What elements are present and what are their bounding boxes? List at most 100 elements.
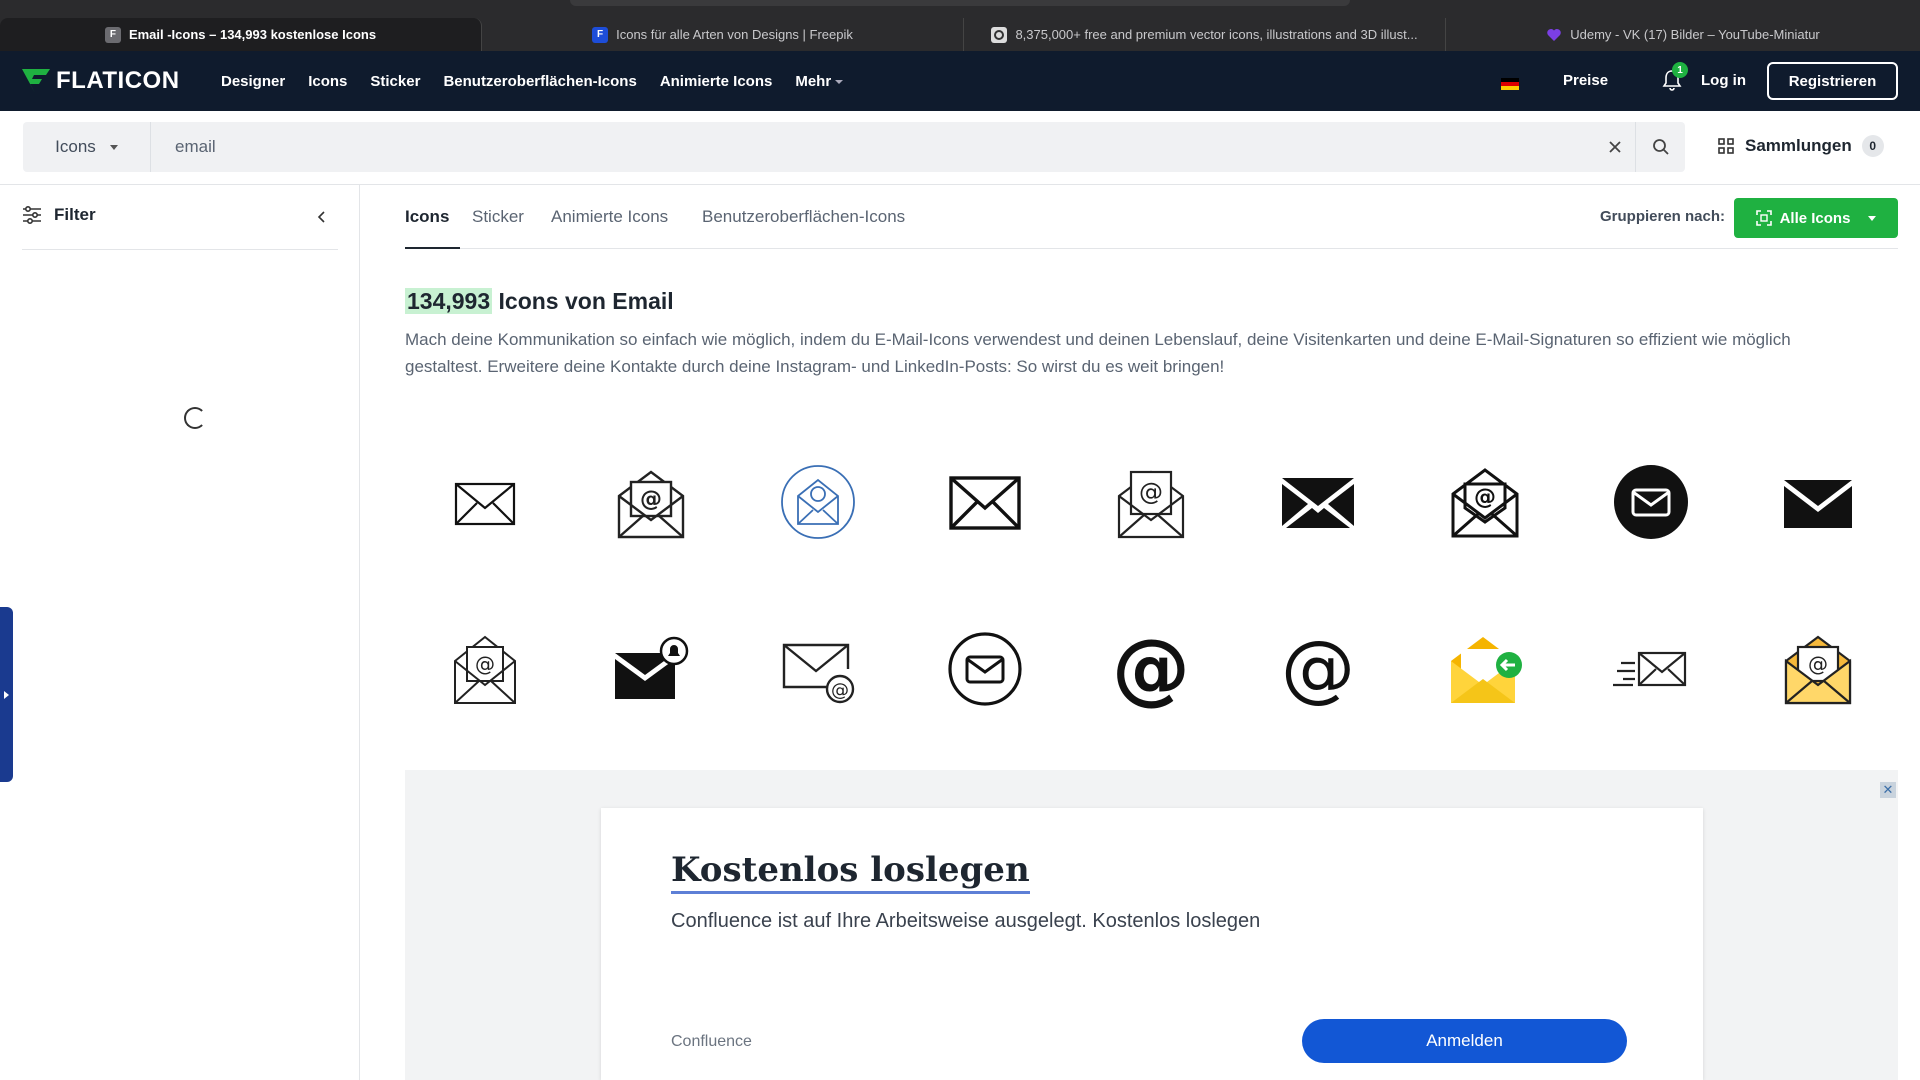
svg-text:@: @ — [1808, 652, 1828, 676]
freepik-favicon-icon: F — [592, 26, 609, 43]
icon-card[interactable]: @ — [1238, 589, 1398, 749]
svg-text:@: @ — [831, 680, 849, 701]
notification-badge: 1 — [1672, 62, 1688, 78]
icon-card[interactable]: @ — [738, 589, 898, 749]
fast-envelope-icon — [1613, 651, 1687, 687]
icon-card[interactable] — [1238, 422, 1398, 582]
icon-card[interactable] — [905, 589, 1065, 749]
browser-tab-title: Udemy - VK (17) Bilder – YouTube-Miniatu… — [1570, 27, 1820, 42]
browser-tab-title: Icons für alle Arten von Designs | Freep… — [616, 27, 853, 42]
focus-frame-icon — [1755, 210, 1772, 226]
nav-sticker[interactable]: Sticker — [370, 73, 420, 90]
sidebar-divider — [22, 249, 338, 250]
browser-url-bar[interactable] — [570, 0, 1350, 6]
envelope-at-badge-icon: @ — [782, 643, 855, 704]
caret-down-icon — [1868, 215, 1877, 221]
open-envelope-at-icon: @ — [617, 470, 685, 539]
icon-card[interactable]: @ — [1071, 589, 1231, 749]
icon-card[interactable]: @ — [1071, 422, 1231, 582]
envelope-filled-icon — [1282, 478, 1354, 528]
browser-tab-3[interactable]: 8,375,000+ free and premium vector icons… — [964, 18, 1446, 51]
collections-button[interactable]: Sammlungen 0 — [1717, 135, 1884, 157]
browser-tab-title: 8,375,000+ free and premium vector icons… — [1015, 27, 1418, 42]
register-button[interactable]: Registrieren — [1767, 62, 1898, 100]
icon-card[interactable]: @ — [405, 589, 565, 749]
filter-header[interactable]: Filter — [22, 205, 96, 225]
envelope-notification-icon — [615, 636, 689, 699]
main-nav: Designer Icons Sticker Benutzeroberfläch… — [221, 51, 844, 111]
group-by-dropdown[interactable]: Alle Icons — [1734, 198, 1898, 238]
search-button[interactable] — [1635, 122, 1685, 172]
icon-card[interactable] — [405, 422, 565, 582]
icon-card[interactable] — [1738, 422, 1898, 582]
login-link[interactable]: Log in — [1701, 72, 1746, 89]
page-title: 134,993 Icons von Email — [405, 288, 674, 315]
icon-card[interactable]: @ — [1405, 422, 1565, 582]
search-input[interactable] — [175, 122, 1475, 172]
svg-text:@: @ — [1139, 478, 1163, 506]
open-envelope-at-outline-icon: @ — [1117, 470, 1185, 539]
icon-card[interactable] — [1405, 589, 1565, 749]
icon-card[interactable] — [905, 422, 1065, 582]
chevron-left-icon[interactable] — [314, 209, 330, 225]
icon-card[interactable] — [738, 422, 898, 582]
search-type-dropdown[interactable]: Icons — [23, 122, 151, 172]
icon-card[interactable]: @ — [1738, 589, 1898, 749]
circle-envelope-outline-icon — [948, 632, 1022, 706]
tab-ui-icons[interactable]: Benutzeroberflächen-Icons — [702, 207, 905, 227]
yellow-envelope-arrow-icon — [1451, 637, 1522, 703]
close-icon[interactable] — [1605, 137, 1625, 157]
browser-tab-title: Email -Icons – 134,993 kostenlose Icons — [128, 27, 377, 42]
ad-card[interactable]: Kostenlos loslegen Confluence ist auf Ih… — [601, 808, 1703, 1080]
nav-icons[interactable]: Icons — [308, 73, 347, 90]
circle-envelope-arrow-icon — [781, 465, 855, 539]
icon-card[interactable]: @ — [571, 422, 731, 582]
icon-card[interactable] — [1571, 422, 1731, 582]
logo-text: FLATICON — [56, 67, 180, 94]
ad-text: Confluence ist auf Ihre Arbeitsweise aus… — [671, 910, 1261, 932]
tab-sticker[interactable]: Sticker — [472, 207, 524, 227]
collections-label: Sammlungen — [1745, 136, 1852, 155]
chevron-down-icon — [835, 79, 844, 84]
caret-down-icon — [109, 144, 118, 150]
ad-brand: Confluence — [671, 1033, 752, 1050]
result-count: 134,993 — [405, 288, 493, 314]
nav-more[interactable]: Mehr — [795, 73, 844, 90]
heart-icon — [1546, 27, 1562, 43]
top-navbar: FLATICON Designer Icons Sticker Benutzer… — [0, 51, 1920, 111]
nav-ui-icons[interactable]: Benutzeroberflächen-Icons — [443, 73, 636, 90]
ad-signin-button[interactable]: Anmelden — [1302, 1019, 1627, 1063]
sliders-icon — [23, 206, 41, 224]
browser-tab-2[interactable]: F Icons für alle Arten von Designs | Fre… — [482, 18, 964, 51]
nav-designer[interactable]: Designer — [221, 73, 285, 90]
ad-title: Kostenlos loslegen — [671, 850, 1030, 894]
side-drawer-toggle[interactable] — [0, 607, 13, 782]
tab-animated-icons[interactable]: Animierte Icons — [551, 207, 668, 227]
icon-card[interactable] — [1571, 589, 1731, 749]
group-by-value: Alle Icons — [1779, 209, 1851, 227]
svg-text:@: @ — [475, 652, 495, 676]
search-icon — [1652, 139, 1669, 155]
page-description: Mach deine Kommunikation so einfach wie … — [405, 330, 1791, 376]
german-flag-icon[interactable] — [1501, 78, 1519, 90]
loading-spinner-icon — [184, 407, 206, 429]
browser-tab-4[interactable]: Udemy - VK (17) Bilder – YouTube-Miniatu… — [1446, 18, 1920, 51]
pricing-link[interactable]: Preise — [1563, 72, 1608, 89]
search-bar: Icons — [23, 122, 1685, 172]
envelope-solid-icon — [1784, 480, 1852, 528]
icon-card[interactable] — [571, 589, 731, 749]
flaticon-logo[interactable]: FLATICON — [22, 67, 180, 95]
browser-tabstrip: F Email -Icons – 134,993 kostenlose Icon… — [0, 0, 1920, 51]
advertisement: ✕ Kostenlos loslegen Confluence ist auf … — [405, 770, 1898, 1080]
browser-tab-1[interactable]: F Email -Icons – 134,993 kostenlose Icon… — [0, 18, 482, 51]
svg-text:@: @ — [1474, 485, 1496, 510]
ad-close-icon[interactable]: ✕ — [1880, 782, 1896, 798]
nav-animated-icons[interactable]: Animierte Icons — [660, 73, 773, 90]
camera-icon — [991, 26, 1008, 43]
envelope-outline-icon — [454, 482, 516, 526]
svg-text:@: @ — [640, 487, 662, 512]
tab-icons[interactable]: Icons — [405, 207, 449, 227]
open-envelope-at-bold-icon: @ — [1451, 468, 1519, 538]
at-sign-bold-icon: @ — [1112, 629, 1190, 709]
collections-count: 0 — [1861, 135, 1884, 157]
